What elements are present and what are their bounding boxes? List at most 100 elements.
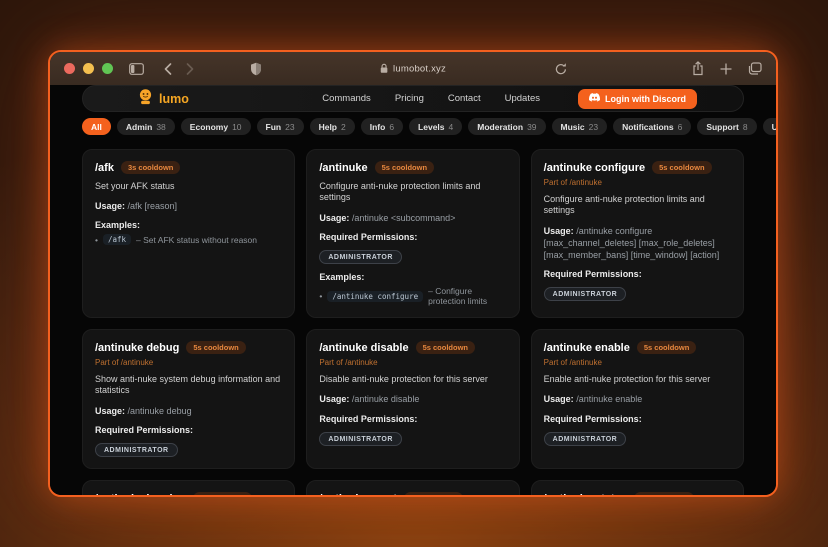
example-code: /afk (103, 234, 131, 245)
nav-link-contact[interactable]: Contact (448, 93, 481, 104)
filter-label: Moderation (477, 122, 523, 132)
zoom-window-button[interactable] (102, 63, 113, 74)
permission-badge: ADMINISTRATOR (319, 250, 402, 264)
example-item: • /antinuke configure – Configure protec… (319, 286, 506, 306)
cooldown-badge: 5s cooldown (193, 492, 252, 495)
forward-icon[interactable] (186, 63, 194, 75)
usage-value: /antinuke enable (576, 394, 642, 404)
page-content: lumo Commands Pricing Contact Updates Lo… (50, 85, 776, 495)
permission-badge: ADMINISTRATOR (544, 287, 627, 301)
filter-label: Music (561, 122, 585, 132)
sidebar-icon[interactable] (129, 63, 144, 75)
filter-label: Admin (126, 122, 152, 132)
filter-pill[interactable]: Help 2 (310, 118, 355, 135)
filter-pill[interactable]: All (82, 118, 111, 135)
share-icon[interactable] (692, 61, 704, 76)
login-button-label: Login with Discord (605, 94, 686, 104)
filter-bar: All Admin 38 Economy 10 Fun 23 Help 2 In… (82, 118, 744, 135)
filter-pill[interactable]: Admin 38 (117, 118, 175, 135)
usage-label: Usage: (544, 394, 574, 404)
back-icon[interactable] (164, 63, 172, 75)
filter-pill[interactable]: Economy 10 (181, 118, 251, 135)
permissions-label: Required Permissions: (95, 425, 282, 435)
filter-pill[interactable]: Music 23 (552, 118, 608, 135)
command-card-header: /antinuke status 5s cooldown (544, 492, 731, 495)
cooldown-badge: 5s cooldown (375, 161, 434, 174)
command-usage: Usage: /antinuke enable (544, 393, 731, 405)
examples-section: Examples: • /afk – Set AFK status withou… (95, 220, 282, 245)
filter-label: Info (370, 122, 386, 132)
minimize-window-button[interactable] (83, 63, 94, 74)
shield-icon[interactable] (250, 62, 262, 76)
command-usage: Usage: /antinuke disable (319, 393, 506, 405)
brand[interactable]: lumo (137, 88, 189, 110)
command-description: Configure anti-nuke protection limits an… (319, 181, 506, 204)
usage-label: Usage: (95, 201, 125, 211)
command-card: /antinuke reset 5s cooldown Part of /ant… (306, 480, 519, 495)
cooldown-badge: 5s cooldown (652, 161, 711, 174)
filter-label: Support (706, 122, 739, 132)
filter-pill[interactable]: Fun 23 (257, 118, 304, 135)
permissions-label: Required Permissions: (544, 414, 731, 424)
cooldown-badge: 5s cooldown (186, 341, 245, 354)
command-card-header: /antinuke reset 5s cooldown (319, 492, 506, 495)
command-name: /antinuke status (544, 493, 628, 495)
command-name: /antinuke logging (95, 493, 186, 495)
filter-pill[interactable]: Utility 43 (763, 118, 776, 135)
permissions-label: Required Permissions: (319, 232, 506, 242)
filter-pill[interactable]: Moderation 39 (468, 118, 545, 135)
cooldown-badge: 5s cooldown (404, 492, 463, 495)
part-of-label: Part of /antinuke (319, 358, 506, 367)
permission-badge: ADMINISTRATOR (544, 432, 627, 446)
permission-badge: ADMINISTRATOR (95, 443, 178, 457)
usage-value: /antinuke debug (128, 406, 192, 416)
filter-pill[interactable]: Levels 4 (409, 118, 462, 135)
brand-name: lumo (159, 92, 189, 106)
usage-label: Usage: (544, 226, 574, 236)
command-usage: Usage: /afk [reason] (95, 200, 282, 212)
required-permissions: Required Permissions: ADMINISTRATOR (95, 425, 282, 458)
command-usage: Usage: /antinuke debug (95, 405, 282, 417)
command-card: /antinuke debug 5s cooldown Part of /ant… (82, 329, 295, 469)
filter-pill[interactable]: Info 6 (361, 118, 403, 135)
command-description: Configure anti-nuke protection limits an… (544, 194, 731, 217)
filter-count: 6 (389, 122, 394, 132)
tab-overview-icon[interactable] (748, 62, 762, 75)
usage-value: /antinuke <subcommand> (352, 213, 456, 223)
titlebar-right-actions (692, 61, 762, 76)
commands-grid: /afk 3s cooldown Set your AFK status Usa… (82, 149, 744, 495)
address-bar[interactable]: lumobot.xyz (380, 63, 446, 74)
usage-value: /afk [reason] (128, 201, 178, 211)
command-name: /afk (95, 162, 114, 174)
command-usage: Usage: /antinuke configure [max_channel_… (544, 225, 731, 261)
filter-pill[interactable]: Support 8 (697, 118, 756, 135)
filter-count: 2 (341, 122, 346, 132)
filter-label: Utility (772, 122, 776, 132)
command-name: /antinuke debug (95, 342, 179, 354)
filter-label: Levels (418, 122, 444, 132)
nav-link-pricing[interactable]: Pricing (395, 93, 424, 104)
example-description: – Set AFK status without reason (136, 235, 257, 245)
nav-link-updates[interactable]: Updates (505, 93, 540, 104)
new-tab-icon[interactable] (720, 63, 732, 75)
filter-pill[interactable]: Notifications 6 (613, 118, 691, 135)
nav-link-commands[interactable]: Commands (322, 93, 371, 104)
login-with-discord-button[interactable]: Login with Discord (578, 89, 697, 109)
close-window-button[interactable] (64, 63, 75, 74)
filter-count: 23 (589, 122, 598, 132)
command-card: /antinuke 5s cooldown Configure anti-nuk… (306, 149, 519, 318)
part-of-label: Part of /antinuke (544, 358, 731, 367)
url-text: lumobot.xyz (393, 63, 446, 74)
filter-label: Notifications (622, 122, 673, 132)
filter-label: Help (319, 122, 337, 132)
examples-label: Examples: (319, 272, 506, 282)
permission-badge: ADMINISTRATOR (319, 432, 402, 446)
filter-label: All (91, 122, 102, 132)
filter-label: Economy (190, 122, 228, 132)
filter-count: 38 (156, 122, 165, 132)
cooldown-badge: 5s cooldown (637, 341, 696, 354)
filter-count: 4 (449, 122, 454, 132)
reload-icon[interactable] (555, 62, 567, 75)
window-controls (64, 63, 113, 74)
cooldown-badge: 3s cooldown (121, 161, 180, 174)
